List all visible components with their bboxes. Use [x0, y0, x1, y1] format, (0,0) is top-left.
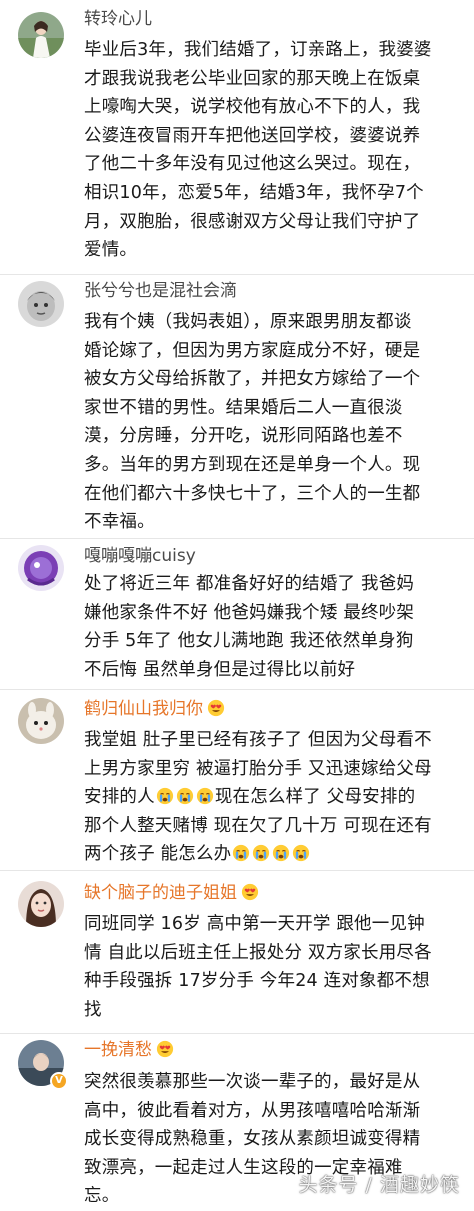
- comment-item: 张兮兮也是混社会滴 我有个姨（我妈表姐），原来跟男朋友都谈 婚论嫁了，但因为男方…: [0, 275, 474, 539]
- avatar[interactable]: [18, 281, 64, 327]
- comment-line: 在他们都六十多快七十了，三个人的一生都: [84, 483, 421, 504]
- comment-line: 家世不错的男性。结果婚后二人一直很淡: [84, 397, 403, 418]
- comment-line: 被女方父母给拆散了，并把女方嫁给了一个: [84, 369, 421, 390]
- comment-body: 处了将近三年 都准备好好的结婚了 我爸妈 嫌他家条件不好 他爸妈嫌我个矮 最终吵…: [84, 570, 460, 684]
- comment-username[interactable]: 嘎嘣嘎嘣cuisy: [84, 545, 196, 567]
- comment-line: 公婆连夜冒雨开车把他送回学校，婆婆说养: [84, 125, 421, 146]
- heart-eyes-emoji-icon: [241, 883, 259, 901]
- comment-line: 上嚎啕大哭，说学校他有放心不下的人，我: [84, 97, 421, 118]
- comment-text-segment: 安排的人: [84, 787, 155, 808]
- crying-emoji-icon: [272, 844, 290, 862]
- comment-line: 相识10年，恋爱5年，结婚3年，我怀孕7个: [84, 182, 424, 203]
- comment-line: 不幸福。: [84, 512, 155, 533]
- comment-line: 了他二十多年没有见过他这么哭过。现在，: [84, 154, 421, 175]
- comment-item: 转玲心儿 毕业后3年，我们结婚了，订亲路上，我婆婆 才跟我说我老公毕业回家的那天…: [0, 0, 474, 275]
- comment-body: 我堂姐 肚子里已经有孩子了 但因为父母看不 上男方家里穷 被逼打胎分手 又迅速嫁…: [84, 726, 460, 869]
- comment-body: 毕业后3年，我们结婚了，订亲路上，我婆婆 才跟我说我老公毕业回家的那天晚上在饭桌…: [84, 36, 460, 265]
- avatar[interactable]: [18, 698, 64, 744]
- comment-item: 缺个脑子的迪子姐姐 同班同学 16岁 高中第一天开学 跟他一见钟 情 自此以后班…: [0, 871, 474, 1034]
- comment-username[interactable]: 张兮兮也是混社会滴: [84, 280, 237, 302]
- comment-line: 我堂姐 肚子里已经有孩子了 但因为父母看不: [84, 730, 432, 750]
- comment-line: 多。当年的男方到现在还是单身一个人。现: [84, 454, 421, 475]
- avatar[interactable]: [18, 545, 64, 591]
- comment-line: 月，双胞胎，很感谢双方父母让我们守护了: [84, 211, 421, 232]
- crying-emoji-icon: [156, 787, 174, 805]
- comment-line: 情 自此以后班主任上报处分 双方家长用尽各: [84, 942, 432, 963]
- username-text[interactable]: 鹤归仙山我归你: [84, 699, 203, 719]
- comment-text-segment: 现在怎么样了 父母安排的: [214, 787, 416, 808]
- watermark: 头条号 / 酒趣妙筷: [298, 1174, 460, 1196]
- comment-body: 我有个姨（我妈表姐），原来跟男朋友都谈 婚论嫁了，但因为男方家庭成分不好，硬是 …: [84, 308, 460, 537]
- comment-item: 嘎嘣嘎嘣cuisy 处了将近三年 都准备好好的结婚了 我爸妈 嫌他家条件不好 他…: [0, 539, 474, 690]
- comment-line: 漠，分房睡，分开吃，说形同陌路也差不: [84, 426, 403, 447]
- comment-username[interactable]: 缺个脑子的迪子姐姐: [84, 882, 259, 904]
- comment-username[interactable]: 转玲心儿: [84, 8, 152, 30]
- username-text[interactable]: 转玲心儿: [84, 9, 152, 29]
- username-text[interactable]: 嘎嘣嘎嘣cuisy: [84, 546, 196, 566]
- crying-emoji-icon: [292, 844, 310, 862]
- comment-line: 成长变得成熟稳重，女孩从素颜坦诚变得精: [84, 1129, 421, 1150]
- comment-line: 爱情。: [84, 240, 138, 261]
- comment-line: 上男方家里穷 被逼打胎分手 又迅速嫁给父母: [84, 758, 432, 779]
- comment-text-segment: 两个孩子 能怎么办: [84, 844, 232, 865]
- comment-line: 找: [84, 999, 102, 1020]
- username-text[interactable]: 缺个脑子的迪子姐姐: [84, 883, 237, 903]
- username-text[interactable]: 一挽清愁: [84, 1040, 152, 1060]
- comment-line: 处了将近三年 都准备好好的结婚了 我爸妈: [84, 574, 415, 594]
- comment-username[interactable]: 一挽清愁: [84, 1039, 174, 1061]
- heart-eyes-emoji-icon: [156, 1040, 174, 1058]
- comment-item: 鹤归仙山我归你 我堂姐 肚子里已经有孩子了 但因为父母看不 上男方家里穷 被逼打…: [0, 690, 474, 871]
- avatar[interactable]: [18, 12, 64, 58]
- comment-line: 嫌他家条件不好 他爸妈嫌我个矮 最终吵架: [84, 602, 415, 623]
- comment-line: 我有个姨（我妈表姐），原来跟男朋友都谈: [84, 312, 412, 332]
- crying-emoji-icon: [252, 844, 270, 862]
- crying-emoji-icon: [196, 787, 214, 805]
- comment-line: 安排的人 现在怎么样了 父母安排的: [84, 783, 460, 812]
- comment-line: 分手 5年了 他女儿满地跑 我还依然单身狗: [84, 631, 414, 652]
- crying-emoji-icon: [232, 844, 250, 862]
- crying-emoji-icon: [176, 787, 194, 805]
- comment-line: 突然很羡慕那些一次谈一辈子的，最好是从: [84, 1072, 421, 1092]
- comment-line: 种手段强拆 17岁分手 今年24 连对象都不想: [84, 971, 430, 992]
- comment-line: 高中，彼此看着对方，从男孩嘻嘻哈哈渐渐: [84, 1100, 421, 1121]
- comment-line: 两个孩子 能怎么办: [84, 840, 460, 869]
- verified-badge-icon: V: [50, 1072, 68, 1090]
- comment-line: 同班同学 16岁 高中第一天开学 跟他一见钟: [84, 914, 425, 934]
- avatar[interactable]: [18, 881, 64, 927]
- comment-body: 同班同学 16岁 高中第一天开学 跟他一见钟 情 自此以后班主任上报处分 双方家…: [84, 910, 460, 1024]
- comment-line: 才跟我说我老公毕业回家的那天晚上在饭桌: [84, 68, 421, 89]
- comment-line: 婚论嫁了，但因为男方家庭成分不好，硬是: [84, 340, 421, 361]
- comment-username[interactable]: 鹤归仙山我归你: [84, 698, 225, 720]
- comment-line: 不后悔 虽然单身但是过得比以前好: [84, 659, 356, 680]
- comment-line: 那个人整天赌博 现在欠了几十万 可现在还有: [84, 815, 432, 836]
- heart-eyes-emoji-icon: [207, 699, 225, 717]
- username-text[interactable]: 张兮兮也是混社会滴: [84, 281, 237, 301]
- comment-line: 毕业后3年，我们结婚了，订亲路上，我婆婆: [84, 40, 432, 60]
